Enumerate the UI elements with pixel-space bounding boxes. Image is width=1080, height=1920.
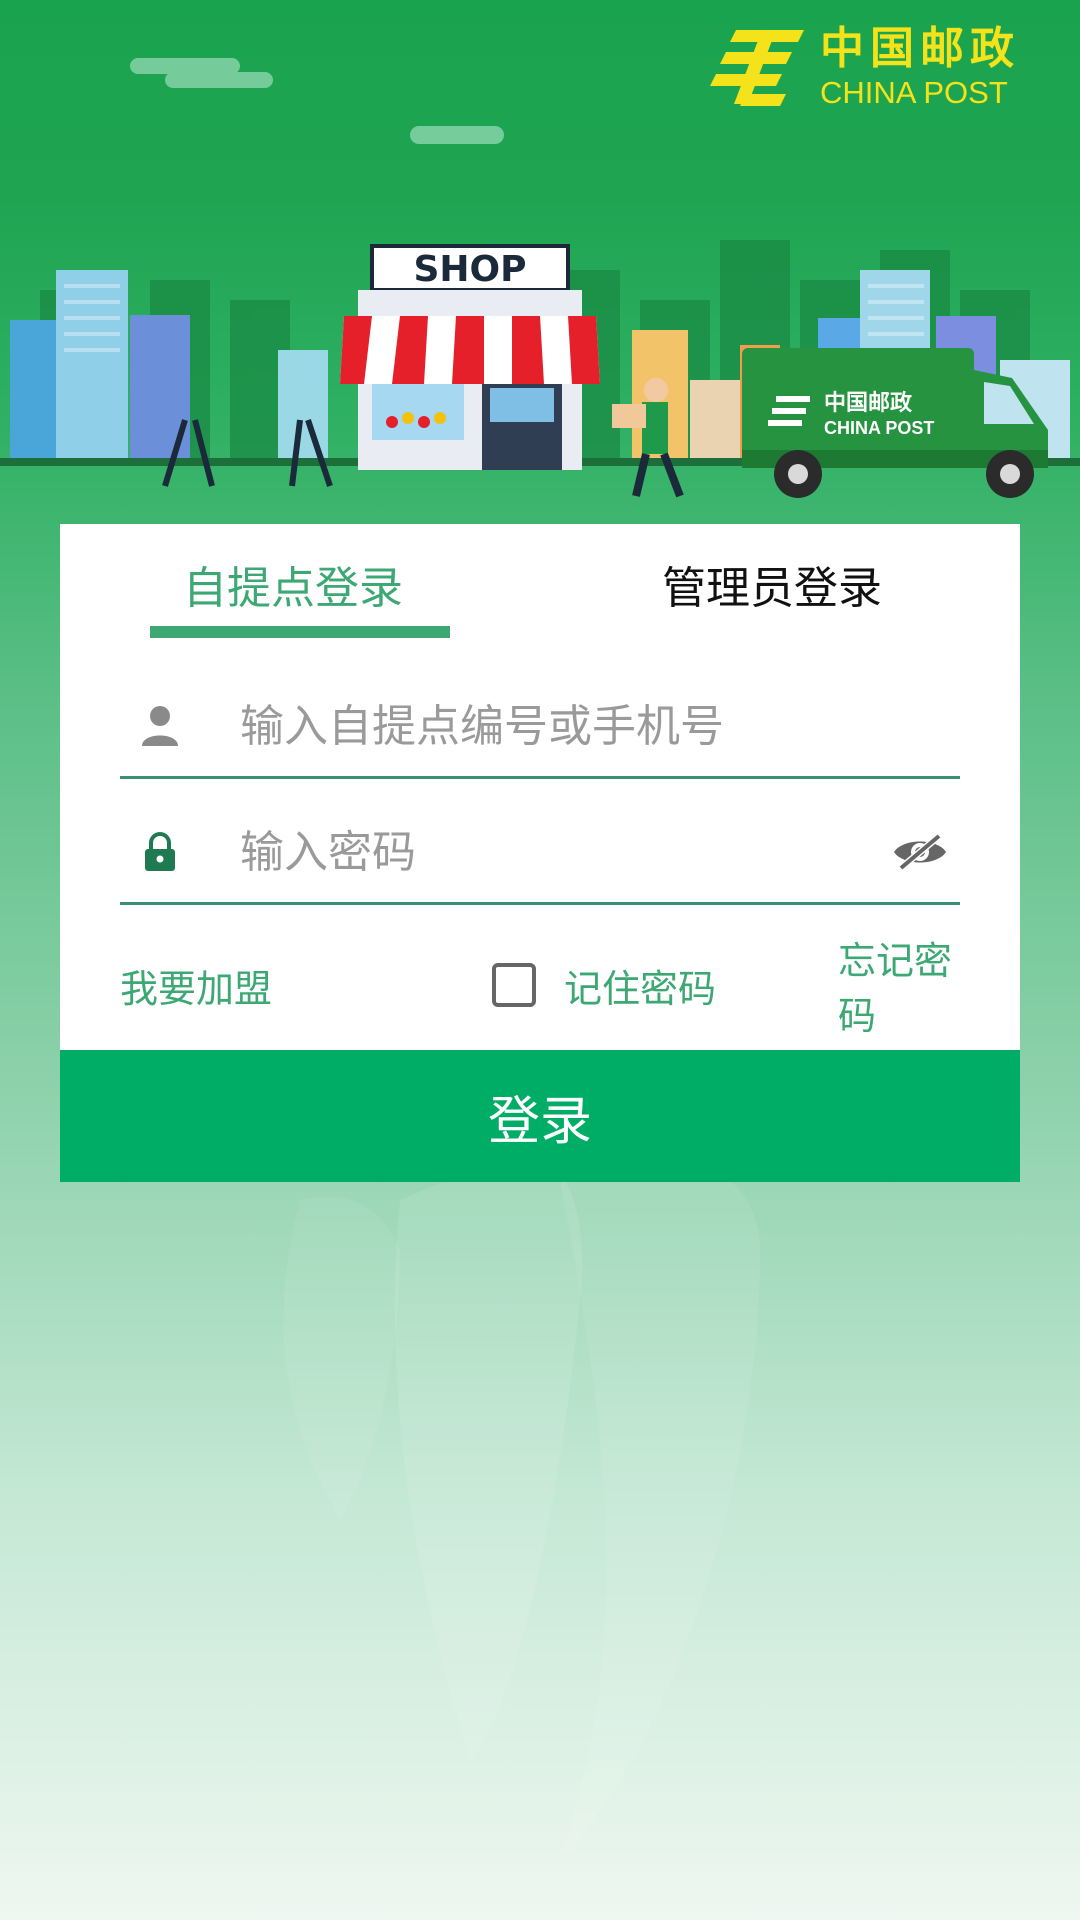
cloud-shape — [130, 58, 504, 144]
forgot-password-link[interactable]: 忘记密码 — [838, 930, 960, 1040]
password-field — [120, 802, 960, 905]
password-input[interactable] — [240, 826, 880, 878]
china-post-emblem-icon — [710, 30, 804, 106]
truck-brand-en: CHINA POST — [824, 418, 934, 438]
username-input[interactable] — [240, 700, 960, 752]
truck-brand-cn: 中国邮政 — [824, 390, 913, 416]
login-tabs: 自提点登录 管理员登录 — [60, 524, 1020, 640]
remember-password-checkbox[interactable] — [492, 963, 536, 1007]
remember-password-label: 记住密码 — [564, 966, 717, 1011]
brand-name-en: CHINA POST — [820, 74, 1008, 110]
login-options-row: 我要加盟 记住密码 忘记密码 — [120, 939, 960, 1038]
login-button[interactable]: 登录 — [60, 1050, 1020, 1182]
china-post-logo: 中国邮政 CHINA POST — [706, 24, 1020, 110]
join-link[interactable]: 我要加盟 — [120, 958, 272, 1013]
lock-icon — [120, 831, 200, 873]
shop-illustration: SHOP — [340, 244, 600, 470]
username-field — [120, 676, 960, 779]
login-card: 自提点登录 管理员登录 输入自提点编号或手机号 我要加盟 记住密码 忘记密码 — [60, 524, 1020, 1050]
login-screen: SHOP 中国邮政 CHINA POST 中国邮政 CHINA POST 自提点… — [0, 0, 1080, 1920]
active-tab-indicator — [150, 626, 450, 638]
shop-sign-text: SHOP — [413, 249, 526, 290]
tab-pickup-point-login[interactable]: 自提点登录 — [183, 552, 403, 616]
brand-name-cn: 中国邮政 — [820, 22, 1020, 74]
remember-password-toggle[interactable]: 记住密码 — [492, 958, 716, 1013]
tab-admin-login[interactable]: 管理员登录 — [662, 552, 882, 616]
person-icon — [120, 704, 200, 748]
eye-off-icon[interactable] — [880, 832, 960, 872]
